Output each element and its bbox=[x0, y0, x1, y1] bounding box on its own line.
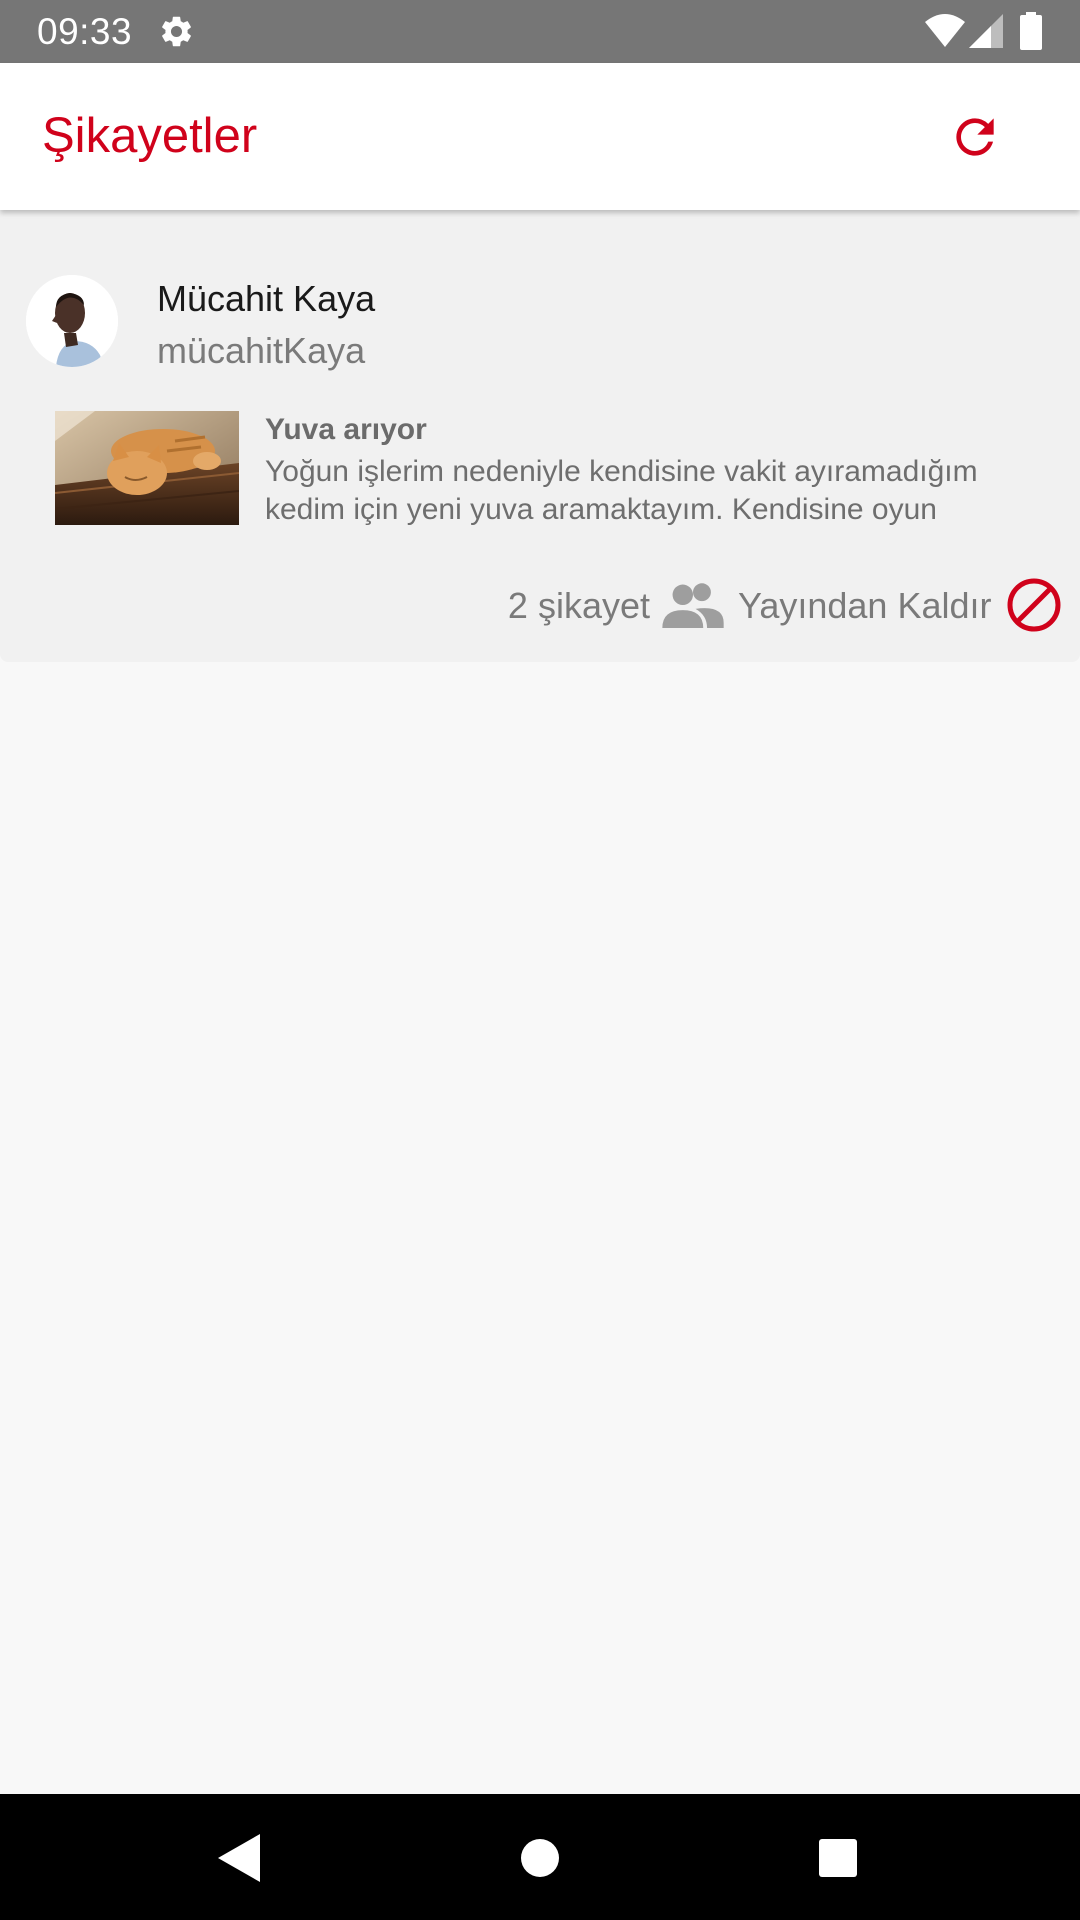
unpublish-label[interactable]: Yayından Kaldır bbox=[738, 585, 992, 627]
home-icon[interactable] bbox=[520, 1838, 560, 1878]
avatar-image bbox=[26, 275, 118, 367]
cat-photo bbox=[55, 411, 239, 525]
back-icon[interactable] bbox=[214, 1834, 260, 1882]
page-title: Şikayetler bbox=[42, 109, 258, 163]
status-time: 09:33 bbox=[37, 11, 133, 52]
user-handle: mücahitKaya bbox=[157, 330, 366, 371]
recents-icon[interactable] bbox=[818, 1838, 858, 1878]
signal-icon bbox=[969, 14, 1003, 48]
complaint-count: 2 şikayet bbox=[507, 585, 650, 626]
people-icon bbox=[662, 583, 724, 628]
gear-icon bbox=[162, 16, 191, 47]
refresh-icon[interactable] bbox=[947, 109, 1003, 165]
battery-icon bbox=[1020, 12, 1042, 50]
status-bar: 09:33 bbox=[0, 0, 1080, 63]
user-name: Mücahit Kaya bbox=[157, 278, 376, 319]
wifi-icon bbox=[925, 14, 965, 47]
block-icon[interactable] bbox=[1006, 577, 1062, 633]
post-description: Yoğun işlerim nedeniyle kendisine vakit … bbox=[265, 455, 978, 526]
navigation-bar bbox=[0, 1794, 1080, 1920]
avatar[interactable] bbox=[26, 275, 118, 367]
post-title: Yuva arıyor bbox=[265, 413, 427, 446]
complaint-card[interactable]: Mücahit Kaya mücahitKaya Yuva arıyor Yoğ… bbox=[0, 210, 1080, 662]
app-bar: Şikayetler bbox=[0, 63, 1080, 210]
post-image[interactable] bbox=[55, 411, 239, 525]
